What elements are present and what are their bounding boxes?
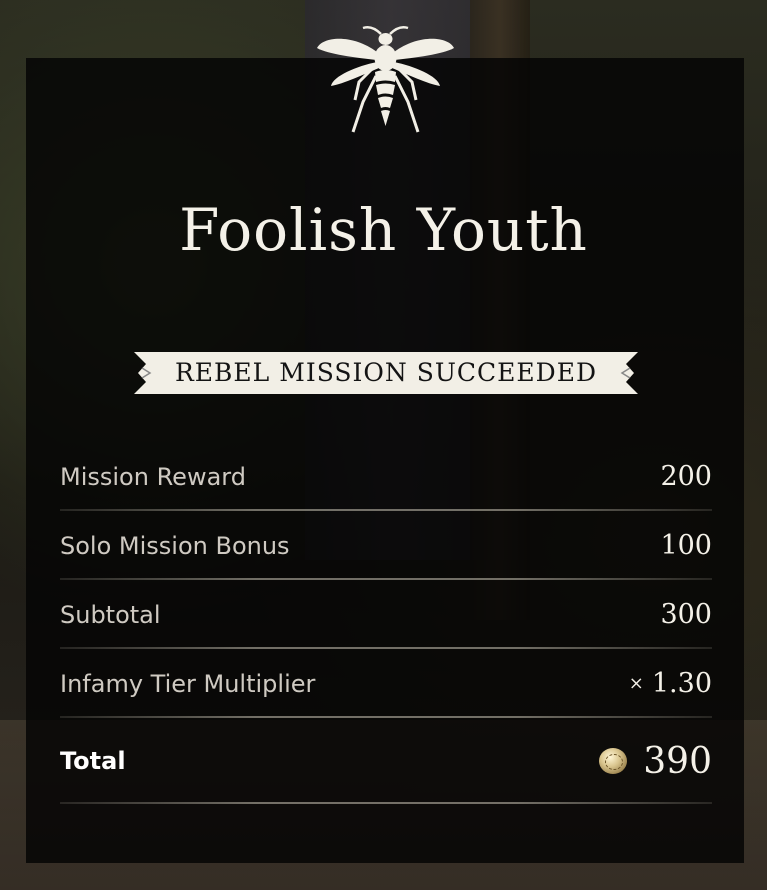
reward-value: 300 xyxy=(660,599,712,630)
multiplier-sign: × xyxy=(628,673,644,694)
total-value: 390 xyxy=(643,740,712,782)
reward-row-solo-bonus: Solo Mission Bonus 100 xyxy=(60,511,712,580)
bee-icon xyxy=(317,26,454,133)
total-value-wrapper: 390 xyxy=(599,741,712,782)
reward-value: 200 xyxy=(660,461,712,492)
coin-icon xyxy=(599,748,628,774)
mission-status-text: REBEL MISSION SUCCEEDED xyxy=(174,358,597,387)
reward-row-mission-reward: Mission Reward 200 xyxy=(60,442,712,511)
reward-label: Infamy Tier Multiplier xyxy=(60,669,316,698)
reward-value: 1.30 xyxy=(651,668,712,699)
reward-label: Subtotal xyxy=(60,600,161,629)
reward-label: Mission Reward xyxy=(60,462,246,491)
reward-value-wrapper: × 1.30 xyxy=(629,668,712,699)
reward-row-total: Total 390 xyxy=(60,718,712,804)
reward-row-multiplier: Infamy Tier Multiplier × 1.30 xyxy=(60,649,712,718)
reward-row-subtotal: Subtotal 300 xyxy=(60,580,712,649)
reward-breakdown: Mission Reward 200 Solo Mission Bonus 10… xyxy=(60,442,712,804)
reward-label: Solo Mission Bonus xyxy=(60,531,290,560)
mission-title: Foolish Youth xyxy=(179,196,588,264)
reward-value: 100 xyxy=(660,530,712,561)
total-label: Total xyxy=(60,747,126,775)
mission-status-banner: REBEL MISSION SUCCEEDED xyxy=(134,350,638,396)
